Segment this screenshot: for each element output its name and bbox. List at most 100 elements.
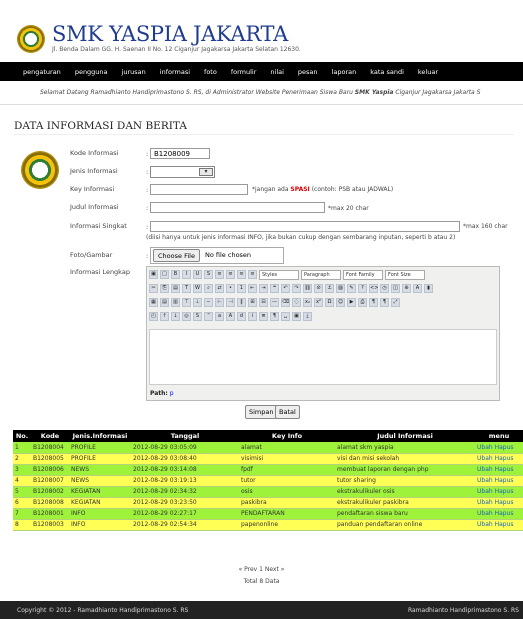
split-cells-icon[interactable]: ⊞ bbox=[248, 298, 257, 307]
editor-path-value[interactable]: p bbox=[170, 390, 174, 397]
nav-pengaturan[interactable]: pengaturan bbox=[23, 68, 61, 76]
paragraph-select[interactable]: Paragraph bbox=[301, 270, 341, 280]
special-char-icon[interactable]: Ω bbox=[325, 298, 334, 307]
ins-icon[interactable]: i bbox=[248, 312, 257, 321]
choose-file-button[interactable]: Choose File bbox=[153, 249, 200, 262]
del-icon[interactable]: d bbox=[237, 312, 246, 321]
singkat-input[interactable] bbox=[150, 221, 460, 232]
key-input[interactable] bbox=[150, 184, 248, 195]
show-blocks-icon[interactable]: ¶ bbox=[270, 312, 279, 321]
paste-word-icon[interactable]: W bbox=[193, 284, 202, 293]
insert-col-after-icon[interactable]: ⊣ bbox=[226, 298, 235, 307]
styles-select[interactable]: Styles bbox=[259, 270, 299, 280]
attribs-icon[interactable]: ≣ bbox=[259, 312, 268, 321]
help-icon[interactable]: ? bbox=[358, 284, 367, 293]
italic-icon[interactable]: I bbox=[182, 270, 191, 279]
template-icon[interactable]: ▣ bbox=[292, 312, 301, 321]
cell-menu-actions[interactable]: Ubah Hapus bbox=[475, 442, 523, 454]
outdent-icon[interactable]: ⇤ bbox=[248, 284, 257, 293]
nav-pesan[interactable]: pesan bbox=[298, 68, 318, 76]
rtl-icon[interactable]: ¶ bbox=[380, 298, 389, 307]
nav-laporan[interactable]: laporan bbox=[332, 68, 357, 76]
cell-menu-actions[interactable]: Ubah Hapus bbox=[475, 453, 523, 465]
align-left-icon[interactable]: ≡ bbox=[215, 270, 224, 279]
nav-kata-sandi[interactable]: kata sandi bbox=[370, 68, 404, 76]
subscript-icon[interactable]: x₂ bbox=[303, 298, 312, 307]
insert-layer-icon[interactable]: ◰ bbox=[149, 312, 158, 321]
cell-menu-actions[interactable]: Ubah Hapus bbox=[475, 519, 523, 531]
superscript-icon[interactable]: x² bbox=[314, 298, 323, 307]
text-color-icon[interactable]: A bbox=[413, 284, 422, 293]
image-icon[interactable]: ▨ bbox=[336, 284, 345, 293]
justify-icon[interactable]: ≡ bbox=[248, 270, 257, 279]
remove-format-icon[interactable]: ⌫ bbox=[281, 298, 290, 307]
nav-foto[interactable]: foto bbox=[204, 68, 217, 76]
print-icon[interactable]: ⎙ bbox=[358, 298, 367, 307]
save-button[interactable]: Simpan bbox=[245, 405, 278, 419]
copy-icon[interactable]: ⎘ bbox=[160, 284, 169, 293]
insert-row-after-icon[interactable]: ⊥ bbox=[193, 298, 202, 307]
cancel-button[interactable]: Batal bbox=[275, 405, 300, 419]
align-center-icon[interactable]: ≡ bbox=[226, 270, 235, 279]
nav-nilai[interactable]: nilai bbox=[270, 68, 284, 76]
save-icon[interactable]: ▣ bbox=[149, 270, 158, 279]
numbered-list-icon[interactable]: 1 bbox=[237, 284, 246, 293]
judul-input[interactable] bbox=[150, 202, 325, 213]
unlink-icon[interactable]: ⊘ bbox=[314, 284, 323, 293]
replace-icon[interactable]: ⇄ bbox=[215, 284, 224, 293]
underline-icon[interactable]: U bbox=[193, 270, 202, 279]
delete-row-icon[interactable]: − bbox=[204, 298, 213, 307]
cell-menu-actions[interactable]: Ubah Hapus bbox=[475, 497, 523, 509]
kode-input[interactable]: B1208009 bbox=[150, 148, 210, 159]
find-icon[interactable]: ⌕ bbox=[204, 284, 213, 293]
editor-content-area[interactable] bbox=[149, 329, 497, 385]
nav-informasi[interactable]: informasi bbox=[160, 68, 190, 76]
new-document-icon[interactable]: □ bbox=[160, 270, 169, 279]
move-forward-icon[interactable]: ↑ bbox=[160, 312, 169, 321]
redo-icon[interactable]: ↷ bbox=[292, 284, 301, 293]
indent-icon[interactable]: ⇥ bbox=[259, 284, 268, 293]
paste-icon[interactable]: ▤ bbox=[171, 284, 180, 293]
nonbreaking-icon[interactable]: ␣ bbox=[281, 312, 290, 321]
style-props-icon[interactable]: S bbox=[193, 312, 202, 321]
font-family-select[interactable]: Font Family bbox=[343, 270, 383, 280]
align-right-icon[interactable]: ≡ bbox=[237, 270, 246, 279]
table-icon[interactable]: ▦ bbox=[149, 298, 158, 307]
horizontal-rule-icon[interactable]: — bbox=[270, 298, 279, 307]
strikethrough-icon[interactable]: S bbox=[204, 270, 213, 279]
cleanup-icon[interactable]: ✎ bbox=[347, 284, 356, 293]
nav-keluar[interactable]: keluar bbox=[418, 68, 438, 76]
ltr-icon[interactable]: ¶ bbox=[369, 298, 378, 307]
acronym-icon[interactable]: A bbox=[226, 312, 235, 321]
insert-row-before-icon[interactable]: ⊤ bbox=[182, 298, 191, 307]
fullscreen-icon[interactable]: ⤢ bbox=[391, 298, 400, 307]
pagebreak-icon[interactable]: ⤓ bbox=[303, 312, 312, 321]
merge-cells-icon[interactable]: ⊟ bbox=[259, 298, 268, 307]
paste-text-icon[interactable]: T bbox=[182, 284, 191, 293]
absolute-icon[interactable]: ◎ bbox=[182, 312, 191, 321]
cell-menu-actions[interactable]: Ubah Hapus bbox=[475, 464, 523, 476]
cut-icon[interactable]: ✂ bbox=[149, 284, 158, 293]
media-icon[interactable]: ▶ bbox=[347, 298, 356, 307]
row-props-icon[interactable]: ▤ bbox=[160, 298, 169, 307]
blockquote-icon[interactable]: ❝ bbox=[270, 284, 279, 293]
cite-icon[interactable]: “ bbox=[204, 312, 213, 321]
delete-col-icon[interactable]: ‖ bbox=[237, 298, 246, 307]
cell-menu-actions[interactable]: Ubah Hapus bbox=[475, 508, 523, 520]
move-backward-icon[interactable]: ↓ bbox=[171, 312, 180, 321]
undo-icon[interactable]: ↶ bbox=[281, 284, 290, 293]
nav-formulir[interactable]: formulir bbox=[231, 68, 257, 76]
bold-icon[interactable]: B bbox=[171, 270, 180, 279]
anchor-icon[interactable]: ⚓ bbox=[325, 284, 334, 293]
cell-props-icon[interactable]: ▥ bbox=[171, 298, 180, 307]
abbr-icon[interactable]: a bbox=[215, 312, 224, 321]
emoticon-icon[interactable]: ☺ bbox=[336, 298, 345, 307]
font-size-select[interactable]: Font Size bbox=[385, 270, 425, 280]
link-icon[interactable]: ⛓ bbox=[303, 284, 312, 293]
bullet-list-icon[interactable]: • bbox=[226, 284, 235, 293]
highlight-color-icon[interactable]: ▮ bbox=[424, 284, 433, 293]
insert-date-icon[interactable]: ◷ bbox=[380, 284, 389, 293]
html-source-icon[interactable]: <> bbox=[369, 284, 378, 293]
pagination[interactable]: « Prev 1 Next » bbox=[0, 566, 523, 573]
visual-aid-icon[interactable]: ◌ bbox=[292, 298, 301, 307]
